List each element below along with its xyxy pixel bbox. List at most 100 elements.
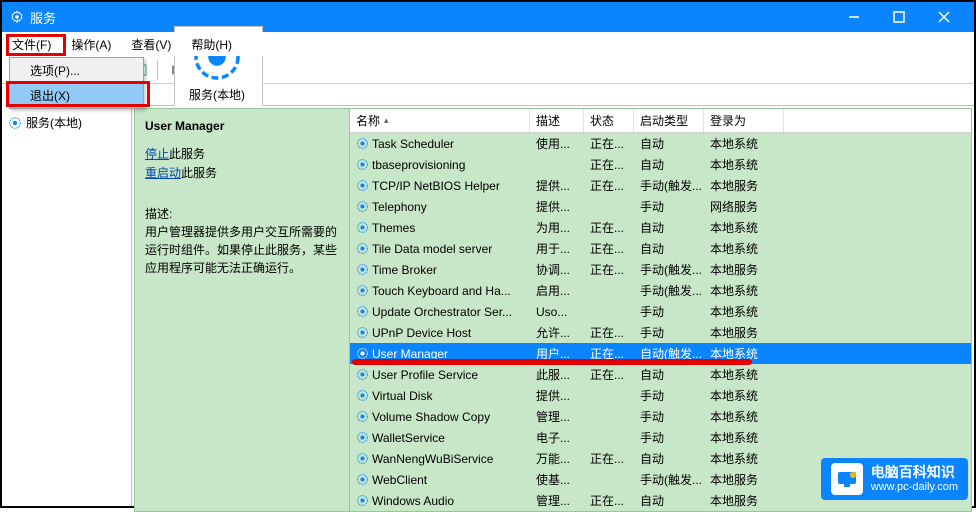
service-logon: 本地服务 xyxy=(704,492,784,509)
service-startup: 手动(触发... xyxy=(634,471,704,488)
gear-icon xyxy=(356,326,369,339)
restart-service-link[interactable]: 重启动 xyxy=(145,166,181,180)
service-startup: 手动 xyxy=(634,324,704,341)
service-name: Time Broker xyxy=(372,263,437,277)
list-body: Task Scheduler使用...正在...自动本地系统 tbaseprovi… xyxy=(350,133,971,511)
gear-icon xyxy=(356,452,369,465)
service-row[interactable]: Tile Data model server用于...正在...自动本地系统 xyxy=(350,238,971,259)
service-row[interactable]: Touch Keyboard and Ha...启用...手动(触发...本地系… xyxy=(350,280,971,301)
toolbar: ? xyxy=(2,56,974,84)
service-startup: 手动(触发... xyxy=(634,261,704,278)
menu-action[interactable]: 操作(A) xyxy=(61,33,121,56)
gear-icon xyxy=(356,263,369,276)
service-logon: 本地系统 xyxy=(704,282,784,299)
gear-icon xyxy=(8,116,22,130)
menu-file[interactable]: 文件(F) xyxy=(2,33,61,56)
maximize-button[interactable] xyxy=(876,2,921,32)
gear-icon xyxy=(356,200,369,213)
titlebar: 服务 xyxy=(2,2,974,32)
service-name: WanNengWuBiService xyxy=(372,452,493,466)
gear-icon xyxy=(356,368,369,381)
service-name: TCP/IP NetBIOS Helper xyxy=(372,179,500,193)
service-row[interactable]: Time Broker协调...正在...手动(触发...本地服务 xyxy=(350,259,971,280)
service-row[interactable]: UPnP Device Host允许...正在...手动本地服务 xyxy=(350,322,971,343)
gear-icon xyxy=(356,242,369,255)
service-status: 正在... xyxy=(584,324,634,341)
service-name: WebClient xyxy=(372,473,427,487)
service-desc: 电子... xyxy=(530,429,584,446)
file-menu-options[interactable]: 选项(P)... xyxy=(10,58,143,83)
service-row[interactable]: tbaseprovisioning正在...自动本地系统 xyxy=(350,154,971,175)
col-name[interactable]: 名称 ▴ xyxy=(350,109,530,132)
service-logon: 本地系统 xyxy=(704,135,784,152)
service-row[interactable]: Update Orchestrator Ser...Uso...手动本地系统 xyxy=(350,301,971,322)
service-row[interactable]: Themes为用...正在...自动本地系统 xyxy=(350,217,971,238)
service-row[interactable]: TCP/IP NetBIOS Helper提供...正在...手动(触发...本… xyxy=(350,175,971,196)
service-name: Telephony xyxy=(372,200,427,214)
service-row[interactable]: Volume Shadow Copy管理...手动本地系统 xyxy=(350,406,971,427)
service-desc: 启用... xyxy=(530,282,584,299)
file-dropdown: 选项(P)... 退出(X) xyxy=(9,57,144,109)
service-desc: 提供... xyxy=(530,387,584,404)
service-startup: 手动 xyxy=(634,387,704,404)
service-row[interactable]: User Profile Service此服...正在...自动本地系统 xyxy=(350,364,971,385)
service-status: 正在... xyxy=(584,135,634,152)
gear-icon xyxy=(356,305,369,318)
stop-service-link[interactable]: 停止 xyxy=(145,147,169,161)
detail-pane: User Manager 停止此服务 重启动此服务 描述: 用户管理器提供多用户… xyxy=(135,109,350,511)
service-logon: 网络服务 xyxy=(704,198,784,215)
tree-root-node[interactable]: 服务(本地) xyxy=(6,112,127,133)
gear-icon xyxy=(356,494,369,507)
tab-label: 服务(本地) xyxy=(189,88,245,102)
service-status: 正在... xyxy=(584,450,634,467)
service-status: 正在... xyxy=(584,492,634,509)
service-status: 正在... xyxy=(584,219,634,236)
service-desc: Uso... xyxy=(530,305,584,319)
separator xyxy=(157,60,158,80)
service-desc: 此服... xyxy=(530,366,584,383)
col-logon[interactable]: 登录为 xyxy=(704,109,784,132)
col-status[interactable]: 状态 xyxy=(584,109,634,132)
menu-view[interactable]: 查看(V) xyxy=(121,33,181,56)
watermark-url: www.pc-daily.com xyxy=(871,481,958,493)
service-row[interactable]: Task Scheduler使用...正在...自动本地系统 xyxy=(350,133,971,154)
service-startup: 自动 xyxy=(634,156,704,173)
file-menu-exit[interactable]: 退出(X) xyxy=(10,83,143,108)
minimize-button[interactable] xyxy=(831,2,876,32)
service-logon: 本地系统 xyxy=(704,387,784,404)
service-row[interactable]: WalletService电子...手动本地系统 xyxy=(350,427,971,448)
col-startup[interactable]: 启动类型 xyxy=(634,109,704,132)
service-row[interactable]: Telephony提供...手动网络服务 xyxy=(350,196,971,217)
service-name: Virtual Disk xyxy=(372,389,432,403)
service-row[interactable]: Virtual Disk 提供... 手动本地系统 xyxy=(350,385,971,406)
menu-help[interactable]: 帮助(H) xyxy=(181,33,242,56)
service-desc: 使用... xyxy=(530,135,584,152)
tree-root-label: 服务(本地) xyxy=(26,114,82,131)
gear-icon xyxy=(356,389,369,402)
service-startup: 自动 xyxy=(634,219,704,236)
service-name: User Profile Service xyxy=(372,368,478,382)
service-logon: 本地服务 xyxy=(704,261,784,278)
right-pane: 服务(本地) User Manager 停止此服务 重启动此服务 描述: 用户管… xyxy=(132,84,974,506)
tab-body: User Manager 停止此服务 重启动此服务 描述: 用户管理器提供多用户… xyxy=(134,108,972,512)
col-desc[interactable]: 描述 xyxy=(530,109,584,132)
watermark-logo xyxy=(831,463,863,495)
restart-suffix: 此服务 xyxy=(181,166,217,180)
service-name: Volume Shadow Copy xyxy=(372,410,490,424)
service-desc: 使基... xyxy=(530,471,584,488)
service-name: tbaseprovisioning xyxy=(372,158,465,172)
close-button[interactable] xyxy=(921,2,966,32)
service-status: 正在... xyxy=(584,366,634,383)
gear-icon xyxy=(356,410,369,423)
service-status: 正在... xyxy=(584,156,634,173)
service-desc: 用于... xyxy=(530,240,584,257)
watermark-badge: 电脑百科知识 www.pc-daily.com xyxy=(821,458,968,500)
sort-asc-icon: ▴ xyxy=(384,115,389,126)
service-name: Themes xyxy=(372,221,415,235)
service-logon: 本地系统 xyxy=(704,303,784,320)
gear-icon xyxy=(356,137,369,150)
service-status: 正在... xyxy=(584,240,634,257)
service-desc: 万能... xyxy=(530,450,584,467)
window-title: 服务 xyxy=(30,8,831,27)
service-logon: 本地系统 xyxy=(704,429,784,446)
